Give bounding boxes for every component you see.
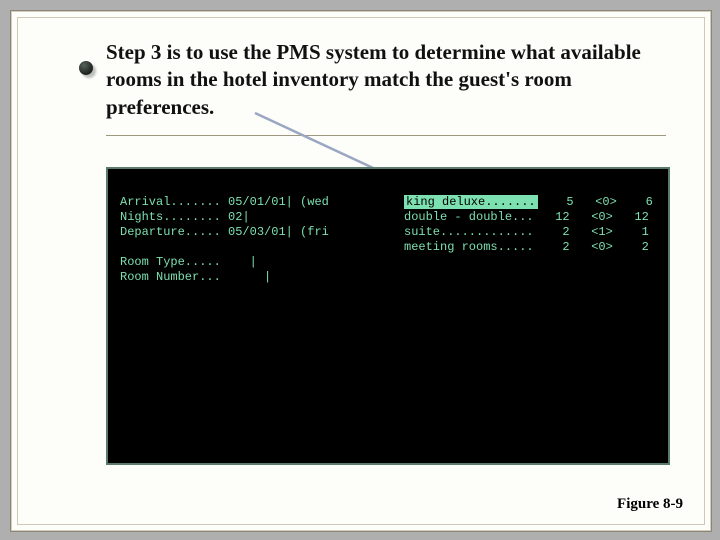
field-room-type: Room Type..... | (120, 255, 329, 270)
availability-row: meeting rooms..... 2 <0> 2 (404, 240, 653, 255)
availability-list: king deluxe....... 5 <0> 6double - doubl… (404, 195, 653, 255)
booking-fields: Arrival....... 05/01/01| (wed Nights....… (120, 195, 329, 285)
field-arrival: Arrival....... 05/01/01| (wed (120, 195, 329, 210)
bullet-icon (77, 59, 95, 77)
title-underline (106, 135, 666, 136)
availability-row: double - double... 12 <0> 12 (404, 210, 653, 225)
field-departure: Departure..... 05/03/01| (fri (120, 225, 329, 240)
pms-terminal: Arrival....... 05/01/01| (wed Nights....… (106, 167, 670, 465)
slide-caption: Step 3 is to use the PMS system to deter… (106, 39, 666, 121)
figure-label: Figure 8-9 (617, 496, 683, 513)
availability-row: suite............. 2 <1> 1 (404, 225, 653, 240)
slide-card: Step 3 is to use the PMS system to deter… (10, 10, 712, 532)
field-nights: Nights........ 02| (120, 210, 329, 225)
selected-room-type: king deluxe....... (404, 195, 538, 209)
availability-row: king deluxe....... 5 <0> 6 (404, 195, 653, 210)
field-room-number: Room Number... | (120, 270, 329, 285)
